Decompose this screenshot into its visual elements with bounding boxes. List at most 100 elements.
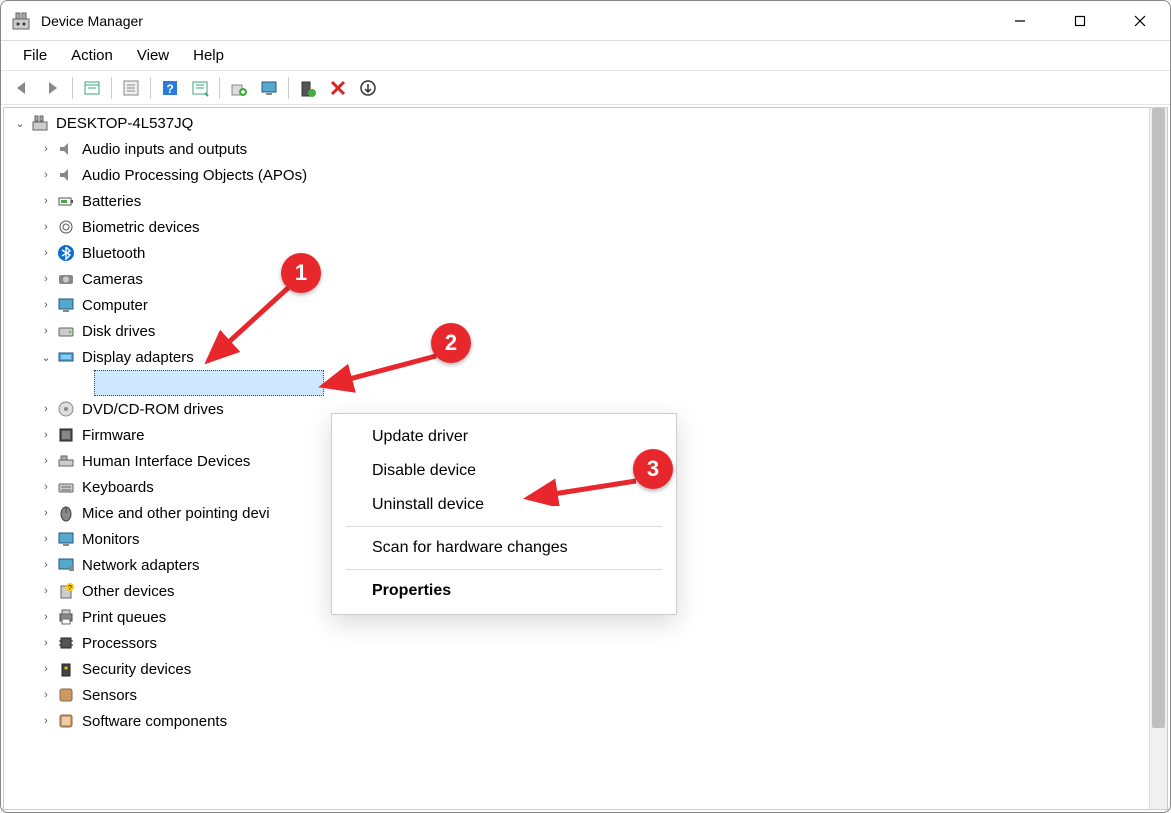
tree-item-label: Computer: [82, 297, 148, 314]
tree-item-label: Mice and other pointing devi: [82, 505, 270, 522]
show-hidden-button[interactable]: [78, 74, 106, 102]
tree-item[interactable]: ›Audio Processing Objects (APOs): [4, 162, 1149, 188]
tree-item[interactable]: ›Security devices: [4, 656, 1149, 682]
chevron-right-icon[interactable]: ›: [36, 273, 56, 285]
tree-item-display-adapters[interactable]: ⌄ Display adapters: [4, 344, 1149, 370]
menu-properties[interactable]: Properties: [332, 574, 676, 608]
tree-item-label: Keyboards: [82, 479, 154, 496]
chevron-right-icon[interactable]: ›: [36, 611, 56, 623]
tree-item-label: Display adapters: [82, 349, 194, 366]
menu-scan-hardware[interactable]: Scan for hardware changes: [332, 531, 676, 565]
chevron-right-icon[interactable]: ›: [36, 403, 56, 415]
tree-item-label: Software components: [82, 713, 227, 730]
tree-item[interactable]: › Computer: [4, 292, 1149, 318]
menu-separator: [346, 569, 662, 570]
chevron-right-icon[interactable]: ›: [36, 221, 56, 233]
monitor-button[interactable]: [255, 74, 283, 102]
chevron-right-icon[interactable]: ›: [36, 637, 56, 649]
tree-item[interactable]: ›Disk drives: [4, 318, 1149, 344]
menu-uninstall-device[interactable]: Uninstall device: [332, 488, 676, 522]
callout-1: 1: [281, 253, 321, 293]
chevron-right-icon[interactable]: ›: [36, 169, 56, 181]
tree-item[interactable]: ›Bluetooth: [4, 240, 1149, 266]
chevron-right-icon[interactable]: ›: [36, 507, 56, 519]
bluetooth-icon: [56, 243, 76, 263]
tree-item[interactable]: › Sensors: [4, 682, 1149, 708]
tree-item[interactable]: › Audio inputs and outputs: [4, 136, 1149, 162]
chevron-down-icon[interactable]: ⌄: [10, 117, 30, 130]
tree-item[interactable]: › Batteries: [4, 188, 1149, 214]
menu-file[interactable]: File: [11, 43, 59, 68]
app-icon: [11, 11, 31, 31]
chevron-right-icon[interactable]: ›: [36, 247, 56, 259]
toolbar-separator: [111, 77, 112, 99]
tree-item-selected[interactable]: [4, 370, 1149, 396]
callout-3: 3: [633, 449, 673, 489]
scrollbar-thumb[interactable]: [1152, 108, 1165, 728]
tree-root-label: DESKTOP-4L537JQ: [56, 115, 193, 132]
tree-item-label: Monitors: [82, 531, 140, 548]
dvd-icon: [56, 399, 76, 419]
tree-item-label: Sensors: [82, 687, 137, 704]
tree-item-label: Network adapters: [82, 557, 200, 574]
network-icon: [56, 555, 76, 575]
device-manager-window: Device Manager File Action View Help ?: [0, 0, 1171, 813]
audio-icon: [56, 165, 76, 185]
tree-item[interactable]: ›Biometric devices: [4, 214, 1149, 240]
chevron-right-icon[interactable]: ›: [36, 715, 56, 727]
minimize-button[interactable]: [990, 1, 1050, 41]
enable-button[interactable]: [294, 74, 322, 102]
chevron-right-icon[interactable]: ›: [36, 143, 56, 155]
software-icon: [56, 711, 76, 731]
firmware-icon: [56, 425, 76, 445]
chevron-right-icon[interactable]: ›: [36, 429, 56, 441]
keyboard-icon: [56, 477, 76, 497]
tree-root[interactable]: ⌄ DESKTOP-4L537JQ: [4, 110, 1149, 136]
chevron-right-icon[interactable]: ›: [36, 689, 56, 701]
close-button[interactable]: [1110, 1, 1170, 41]
titlebar: Device Manager: [1, 1, 1170, 41]
chevron-right-icon[interactable]: ›: [36, 455, 56, 467]
disable-button[interactable]: [324, 74, 352, 102]
chevron-right-icon[interactable]: ›: [36, 195, 56, 207]
tree-item[interactable]: › Processors: [4, 630, 1149, 656]
hid-icon: [56, 451, 76, 471]
menu-view[interactable]: View: [125, 43, 181, 68]
vertical-scrollbar[interactable]: [1149, 108, 1167, 809]
properties-button[interactable]: [117, 74, 145, 102]
chevron-right-icon[interactable]: ›: [36, 559, 56, 571]
tree-item-label: Batteries: [82, 193, 141, 210]
selected-device[interactable]: [94, 370, 324, 396]
chevron-right-icon[interactable]: ›: [36, 585, 56, 597]
forward-button[interactable]: [39, 74, 67, 102]
back-button[interactable]: [9, 74, 37, 102]
monitor-icon: [56, 529, 76, 549]
update-driver-button[interactable]: [225, 74, 253, 102]
tree-item-label: Audio inputs and outputs: [82, 141, 247, 158]
context-menu: Update driver Disable device Uninstall d…: [331, 413, 677, 615]
tree-item-label: Processors: [82, 635, 157, 652]
toolbar-separator: [72, 77, 73, 99]
chevron-right-icon[interactable]: ›: [36, 299, 56, 311]
menu-disable-device[interactable]: Disable device: [332, 454, 676, 488]
security-icon: [56, 659, 76, 679]
scan-button[interactable]: [186, 74, 214, 102]
tree-item[interactable]: › Software components: [4, 708, 1149, 734]
chevron-right-icon[interactable]: ›: [36, 481, 56, 493]
chevron-right-icon[interactable]: ›: [36, 663, 56, 675]
chevron-right-icon[interactable]: ›: [36, 533, 56, 545]
other-devices-icon: ?: [56, 581, 76, 601]
camera-icon: [56, 269, 76, 289]
toolbar-separator: [150, 77, 151, 99]
menu-help[interactable]: Help: [181, 43, 236, 68]
help-button[interactable]: ?: [156, 74, 184, 102]
battery-icon: [56, 191, 76, 211]
tree-item[interactable]: ›Cameras: [4, 266, 1149, 292]
chevron-down-icon[interactable]: ⌄: [36, 351, 56, 364]
uninstall-button[interactable]: [354, 74, 382, 102]
chevron-right-icon[interactable]: ›: [36, 325, 56, 337]
menu-action[interactable]: Action: [59, 43, 125, 68]
menubar: File Action View Help: [1, 41, 1170, 71]
menu-update-driver[interactable]: Update driver: [332, 420, 676, 454]
maximize-button[interactable]: [1050, 1, 1110, 41]
